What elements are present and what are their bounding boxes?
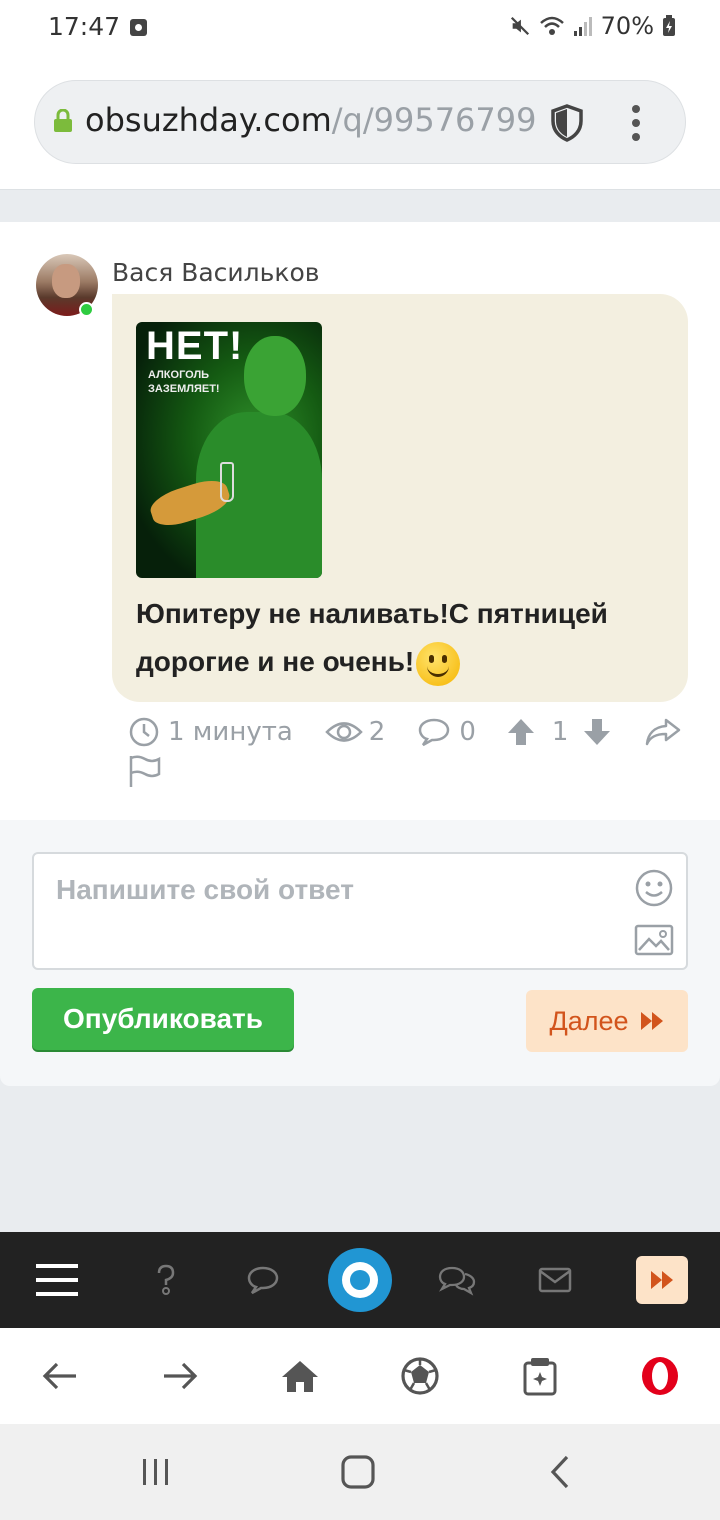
post-rating: 1 (506, 717, 613, 747)
more-options-icon[interactable] (631, 105, 641, 141)
status-bar: 17:47 70% (0, 0, 720, 56)
post-time-label: 1 минута (168, 717, 293, 747)
chat-bubble-icon (247, 1266, 279, 1295)
reply-form: Опубликовать Далее (0, 820, 720, 1086)
mail-icon (538, 1267, 572, 1293)
fast-forward-icon (651, 1271, 673, 1289)
post-comments[interactable]: 0 (417, 717, 476, 747)
post-text-block: Юпитеру не наливать!С пятницей дорогие и… (136, 590, 666, 686)
speed-dial-button[interactable] (390, 1328, 450, 1424)
menu-button[interactable] (28, 1232, 86, 1328)
attach-image-icon[interactable] (634, 924, 674, 956)
reply-input[interactable] (56, 870, 616, 910)
smiley-emoji-icon (416, 641, 461, 686)
recent-apps-icon (143, 1459, 168, 1485)
status-time: 17:47 (48, 12, 121, 41)
image-title: НЕТ! (146, 324, 244, 368)
fast-forward-icon (640, 1012, 663, 1030)
system-home-button[interactable] (318, 1424, 398, 1520)
system-back-button[interactable] (520, 1424, 600, 1520)
post-text: Юпитеру не наливать!С пятницей дорогие и… (136, 598, 608, 677)
eye-icon (325, 722, 363, 742)
back-button[interactable] (30, 1328, 90, 1424)
image-alien-head (244, 336, 306, 416)
recent-apps-button[interactable] (116, 1424, 196, 1520)
rating-count: 1 (551, 717, 569, 747)
system-nav-bar (0, 1424, 720, 1520)
hamburger-menu-icon (36, 1264, 78, 1296)
upvote-arrow-icon[interactable] (506, 717, 536, 747)
site-logo-icon[interactable] (328, 1248, 392, 1312)
back-arrow-icon (42, 1362, 76, 1390)
shield-icon[interactable] (549, 103, 585, 143)
comments-count: 0 (459, 717, 476, 747)
next-button[interactable]: Далее (526, 990, 688, 1052)
home-icon (282, 1361, 318, 1392)
address-bar[interactable]: obsuzhday.com/q/99576799 (34, 80, 686, 164)
nav-messages[interactable] (528, 1232, 582, 1328)
status-indicators: 70% (509, 12, 676, 40)
home-square-icon (341, 1455, 375, 1489)
author-name[interactable]: Вася Васильков (112, 258, 320, 287)
system-back-icon (550, 1455, 569, 1489)
browser-toolbar: obsuzhday.com/q/99576799 (0, 56, 720, 190)
site-bottom-nav (0, 1232, 720, 1328)
post-views: 2 (325, 717, 386, 747)
post-time: 1 минута (128, 716, 293, 748)
screenshot-notification-icon (130, 19, 147, 36)
battery-level: 70% (600, 12, 654, 40)
post-meta: 1 минута 2 0 1 (128, 712, 688, 752)
post-card: Вася Васильков НЕТ! АЛКОГОЛЬ ЗАЗЕМЛЯЕТ! … (0, 222, 720, 820)
publish-button[interactable]: Опубликовать (32, 988, 294, 1050)
url-path: /q/99576799 (331, 101, 537, 139)
wifi-icon (539, 16, 564, 35)
forward-arrow-icon (164, 1362, 198, 1390)
url-domain: obsuzhday.com (85, 101, 332, 139)
post-image[interactable]: НЕТ! АЛКОГОЛЬ ЗАЗЕМЛЯЕТ! (136, 322, 322, 578)
separator (0, 190, 720, 222)
signal-icon (573, 17, 592, 36)
comment-icon (419, 718, 450, 747)
forward-button[interactable] (150, 1328, 210, 1424)
url-text[interactable]: obsuzhday.com/q/99576799 (85, 101, 545, 139)
nav-discussions[interactable] (430, 1232, 484, 1328)
question-icon (157, 1264, 175, 1295)
emoji-picker-icon[interactable] (634, 868, 674, 908)
clock-icon (129, 717, 159, 747)
online-indicator (79, 302, 94, 317)
next-button-label: Далее (549, 1005, 629, 1036)
battery-icon (663, 15, 675, 36)
nav-next-button[interactable] (636, 1256, 688, 1304)
flag-icon[interactable] (128, 754, 162, 788)
tabs-button[interactable] (510, 1328, 570, 1424)
opera-logo-icon (642, 1357, 678, 1395)
share-icon[interactable] (644, 717, 682, 747)
post-bubble: НЕТ! АЛКОГОЛЬ ЗАЗЕМЛЯЕТ! Юпитеру не нали… (112, 294, 688, 702)
views-count: 2 (368, 717, 386, 747)
downvote-arrow-icon[interactable] (582, 717, 612, 747)
nav-chat[interactable] (236, 1232, 290, 1328)
nav-questions[interactable] (140, 1232, 192, 1328)
home-button[interactable] (270, 1328, 330, 1424)
conversations-icon (438, 1266, 476, 1296)
mute-icon (510, 16, 529, 36)
image-glass (220, 462, 234, 502)
tabs-icon (523, 1358, 557, 1396)
reply-box (32, 852, 688, 970)
browser-bottom-bar (0, 1328, 720, 1424)
opera-menu-button[interactable] (630, 1328, 690, 1424)
speed-dial-icon (401, 1357, 439, 1395)
image-subtitle: АЛКОГОЛЬ ЗАЗЕМЛЯЕТ! (148, 369, 220, 395)
lock-icon (54, 109, 72, 132)
